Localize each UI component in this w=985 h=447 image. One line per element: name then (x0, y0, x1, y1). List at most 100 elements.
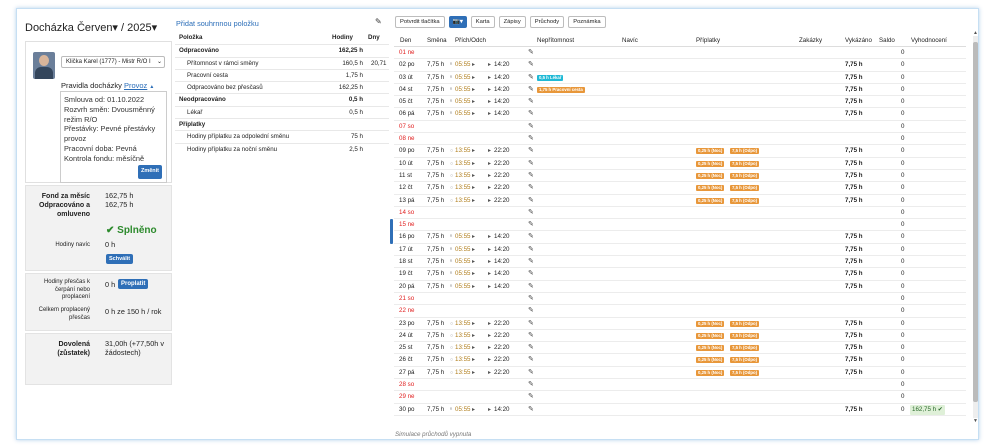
arrival-time[interactable]: 13:55 (455, 158, 470, 170)
edit-pencil-icon[interactable]: ✎ (528, 268, 534, 280)
records-button[interactable]: Zápisy (498, 16, 526, 28)
table-row[interactable]: 06 pá 7,75 h ᴿ 05:55 ▸ ▸ 14:20 ✎ 7,75 h0 (394, 108, 966, 121)
table-row[interactable]: 03 út 7,75 h ᴿ 05:55 ▸ ▸ 14:20 ✎ 0,5 h Lékař 7,75… (394, 72, 966, 84)
edit-pencil-icon[interactable]: ✎ (528, 404, 534, 416)
table-row[interactable]: 24 út 7,75 h ○ 13:55 ▸ ▸ 22:20 ✎ 0,25 h (Noc) 7,5… (394, 330, 966, 343)
arrival-time[interactable]: 13:55 (455, 342, 470, 354)
edit-pencil-icon[interactable]: ✎ (528, 367, 534, 379)
table-row[interactable]: Přítomnost v rámci směny 160,5 h 20,71 (175, 56, 389, 69)
note-button[interactable]: Poznámka (568, 16, 606, 28)
scrollbar-thumb[interactable] (973, 42, 978, 402)
table-row[interactable]: 05 čt 7,75 h ᴿ 05:55 ▸ ▸ 14:20 ✎ 7,75 h0 (394, 96, 966, 109)
table-row[interactable]: 20 pá 7,75 h ᴿ 05:55 ▸ ▸ 14:20 ✎ 7,75 h0 (394, 281, 966, 293)
add-summary-item-link[interactable]: Přidat souhrnnou položku (176, 19, 259, 28)
grid-scrollbar[interactable]: ▲ ▼ (973, 30, 978, 424)
scroll-down-icon[interactable]: ▼ (973, 418, 978, 424)
edit-pencil-icon[interactable]: ✎ (528, 244, 534, 256)
edit-pencil-icon[interactable]: ✎ (528, 391, 534, 403)
arrival-time[interactable]: 05:55 (455, 108, 470, 120)
rules-link[interactable]: Provoz (124, 81, 147, 90)
arrival-time[interactable]: 05:55 (455, 84, 470, 96)
departure-time[interactable]: 14:20 (494, 59, 509, 71)
confirm-buttons-button[interactable]: Potvrdit tlačítka (395, 16, 445, 28)
edit-pencil-icon[interactable]: ✎ (528, 318, 534, 330)
table-row[interactable]: 30 po 7,75 h ᴿ 05:55 ▸ ▸ 14:20 ✎ 7,75 h 0 162,75 h… (394, 404, 966, 416)
edit-pencil-icon[interactable]: ✎ (528, 121, 534, 133)
table-row[interactable]: 02 po 7,75 h ᴿ 05:55 ▸ ▸ 14:20 ✎ 7,75 h0 (394, 59, 966, 72)
arrival-time[interactable]: 05:55 (455, 244, 470, 256)
arrival-time[interactable]: 13:55 (455, 195, 470, 207)
collapse-caret-icon[interactable]: ▲ (149, 84, 154, 90)
table-row[interactable]: 09 po 7,75 h ○ 13:55 ▸ ▸ 22:20 ✎ 0,25 h (Noc) 7,5… (394, 145, 966, 158)
arrival-time[interactable]: 13:55 (455, 367, 470, 379)
arrival-time[interactable]: 13:55 (455, 170, 470, 182)
edit-pencil-icon[interactable]: ✎ (528, 182, 534, 194)
departure-time[interactable]: 14:20 (494, 96, 509, 108)
edit-pencil-icon[interactable]: ✎ (528, 84, 534, 96)
table-row[interactable]: 08 ne ✎ 0 (394, 133, 966, 146)
table-row[interactable]: 21 so ✎ 0 (394, 293, 966, 306)
edit-pencil-icon[interactable]: ✎ (528, 72, 534, 84)
table-row[interactable]: 29 ne ✎ 0 (394, 391, 966, 404)
departure-time[interactable]: 22:20 (494, 145, 509, 157)
arrival-time[interactable]: 05:55 (455, 281, 470, 293)
edit-pencil-icon[interactable]: ✎ (528, 354, 534, 366)
edit-pencil-icon[interactable]: ✎ (528, 108, 534, 120)
arrival-time[interactable]: 05:55 (455, 268, 470, 280)
arrival-time[interactable]: 05:55 (455, 96, 470, 108)
arrival-time[interactable]: 05:55 (455, 404, 470, 416)
table-row[interactable]: Hodiny příplatku za noční směnu 2,5 h (175, 142, 389, 155)
arrival-time[interactable]: 13:55 (455, 354, 470, 366)
arrival-time[interactable]: 13:55 (455, 318, 470, 330)
departure-time[interactable]: 22:20 (494, 330, 509, 342)
arrival-time[interactable]: 05:55 (455, 231, 470, 243)
arrival-time[interactable]: 05:55 (455, 256, 470, 268)
departure-time[interactable]: 14:20 (494, 84, 509, 96)
arrival-time[interactable]: 13:55 (455, 330, 470, 342)
edit-pencil-icon[interactable]: ✎ (528, 219, 534, 231)
departure-time[interactable]: 14:20 (494, 281, 509, 293)
edit-pencil-icon[interactable]: ✎ (528, 379, 534, 391)
edit-pencil-icon[interactable]: ✎ (375, 17, 382, 26)
scroll-up-icon[interactable]: ▲ (973, 30, 978, 36)
table-row[interactable]: 14 so ✎ 0 (394, 207, 966, 220)
table-row[interactable]: 26 čt 7,75 h ○ 13:55 ▸ ▸ 22:20 ✎ 0,25 h (Noc) 7,5… (394, 354, 966, 367)
table-row[interactable]: Pracovní cesta 1,75 h (175, 68, 389, 81)
table-row[interactable]: Hodiny příplatku za odpolední směnu 75 h (175, 130, 389, 142)
card-button[interactable]: Karta (470, 16, 495, 28)
arrival-time[interactable]: 13:55 (455, 145, 470, 157)
departure-time[interactable]: 14:20 (494, 231, 509, 243)
edit-pencil-icon[interactable]: ✎ (528, 47, 534, 59)
departure-time[interactable]: 22:20 (494, 354, 509, 366)
table-row[interactable]: Odpracováno bez přesčasů 162,25 h (175, 81, 389, 93)
arrival-time[interactable]: 05:55 (455, 72, 470, 84)
edit-pencil-icon[interactable]: ✎ (528, 305, 534, 317)
table-row[interactable]: Příplatky (175, 118, 389, 130)
table-row[interactable]: 04 st 7,75 h ᴿ 05:55 ▸ ▸ 14:20 ✎ 1,75 h Pracovní… (394, 84, 966, 97)
departure-time[interactable]: 14:20 (494, 108, 509, 120)
departure-time[interactable]: 14:20 (494, 244, 509, 256)
camera-dropdown-button[interactable]: 📷▾ (448, 16, 467, 28)
departure-time[interactable]: 22:20 (494, 170, 509, 182)
edit-pencil-icon[interactable]: ✎ (528, 342, 534, 354)
pay-button[interactable]: Proplatit (118, 279, 149, 289)
approve-button[interactable]: Schválit (106, 254, 134, 264)
departure-time[interactable]: 14:20 (494, 404, 509, 416)
edit-pencil-icon[interactable]: ✎ (528, 133, 534, 145)
table-row[interactable]: 28 so ✎ 0 (394, 379, 966, 392)
change-button[interactable]: Změnit (137, 165, 162, 179)
departure-time[interactable]: 22:20 (494, 367, 509, 379)
edit-pencil-icon[interactable]: ✎ (528, 293, 534, 305)
table-row[interactable]: 13 pá 7,75 h ○ 13:55 ▸ ▸ 22:20 ✎ 0,25 h (Noc) 7,5… (394, 195, 966, 207)
edit-pencil-icon[interactable]: ✎ (528, 231, 534, 243)
edit-pencil-icon[interactable]: ✎ (528, 145, 534, 157)
table-row[interactable]: 01 ne ✎ 0 (394, 47, 966, 60)
departure-time[interactable]: 14:20 (494, 256, 509, 268)
table-row[interactable]: 17 út 7,75 h ᴿ 05:55 ▸ ▸ 14:20 ✎ 7,75 h0 (394, 244, 966, 257)
departure-time[interactable]: 22:20 (494, 342, 509, 354)
departure-time[interactable]: 22:20 (494, 195, 509, 207)
edit-pencil-icon[interactable]: ✎ (528, 170, 534, 182)
table-row[interactable]: 16 po 7,75 h ᴿ 05:55 ▸ ▸ 14:20 ✎ 7,75 h0 (394, 231, 966, 244)
passages-button[interactable]: Průchody (529, 16, 565, 28)
table-row[interactable]: Lékař 0,5 h (175, 105, 389, 118)
